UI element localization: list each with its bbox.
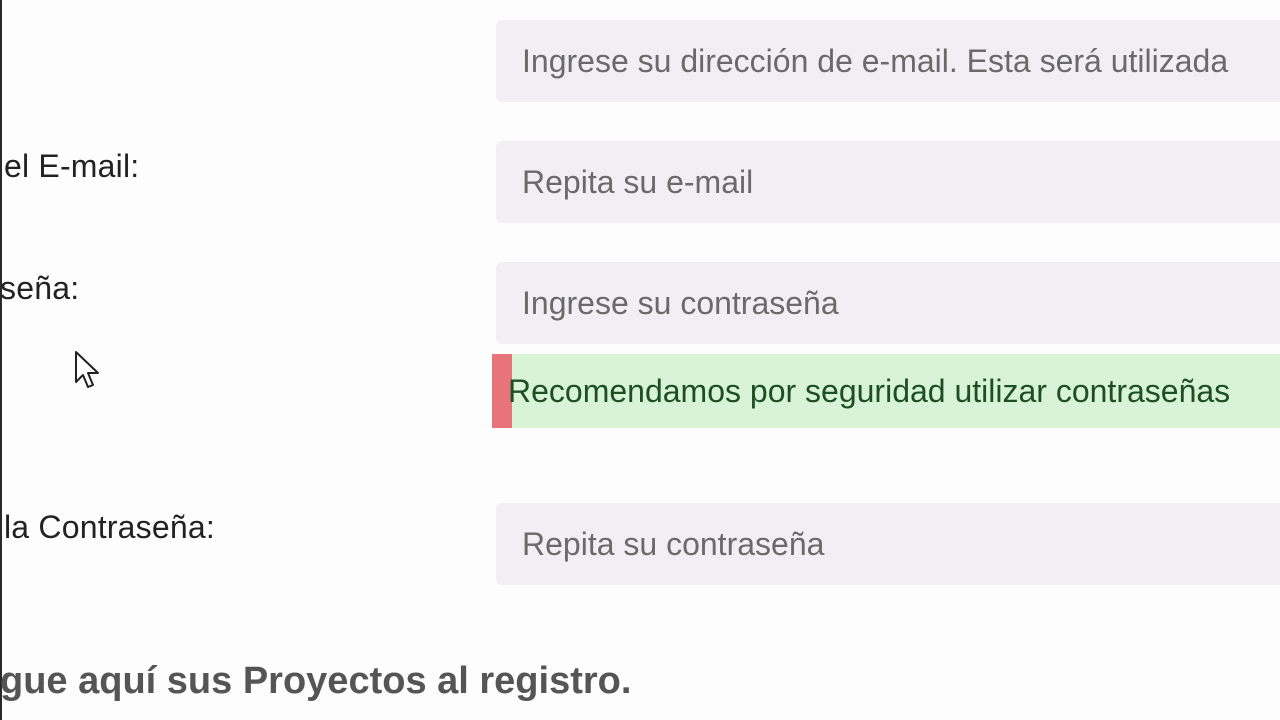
password-placeholder: Ingrese su contraseña (522, 284, 839, 321)
password-input[interactable]: Ingrese su contraseña (496, 262, 1280, 344)
email-confirm-input[interactable]: Repita su e-mail (496, 141, 1280, 223)
arrow-cursor-icon (75, 351, 99, 388)
password-label: seña: (0, 270, 80, 306)
password-hint-alert: Recomendamos por seguridad utilizar cont… (492, 354, 1280, 428)
email-confirm-placeholder: Repita su e-mail (522, 163, 754, 200)
email-input[interactable]: Ingrese su dirección de e-mail. Esta ser… (496, 20, 1280, 102)
password-confirm-placeholder: Repita su contraseña (522, 525, 825, 562)
window-left-border (0, 0, 2, 720)
password-hint-text: Recomendamos por seguridad utilizar cont… (508, 372, 1231, 409)
registration-form-view: Ingrese su dirección de e-mail. Esta ser… (0, 0, 1280, 720)
email-confirm-label: el E-mail: (4, 148, 140, 184)
password-confirm-label: la Contraseña: (4, 509, 215, 545)
email-input-placeholder: Ingrese su dirección de e-mail. Esta ser… (522, 42, 1229, 79)
password-confirm-input[interactable]: Repita su contraseña (496, 503, 1280, 585)
projects-section-title: gue aquí sus Proyectos al registro. (0, 660, 632, 702)
